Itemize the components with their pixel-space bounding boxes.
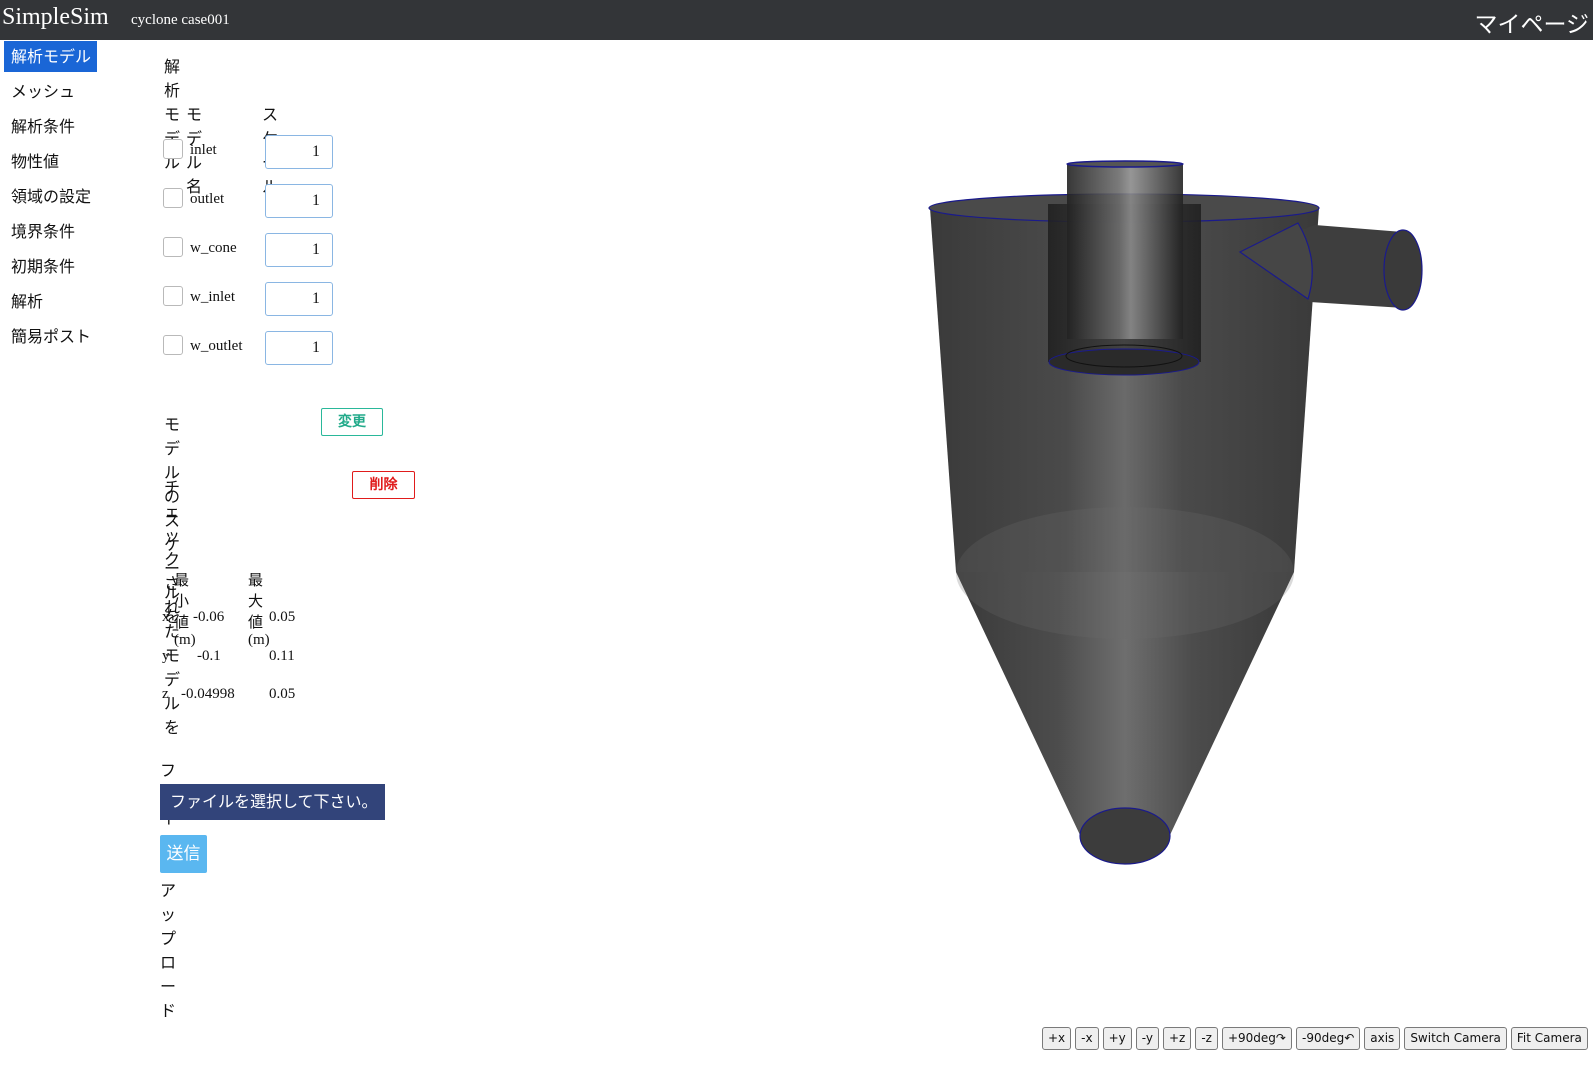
sidebar: 解析モデル メッシュ 解析条件 物性値 領域の設定 境界条件 初期条件 解析 簡… xyxy=(4,41,134,356)
camera-minus-x-button[interactable]: -x xyxy=(1075,1027,1099,1050)
camera-plus-x-button[interactable]: +x xyxy=(1042,1027,1072,1050)
sidebar-item-boundary-conditions[interactable]: 境界条件 xyxy=(4,216,134,247)
model-name: w_outlet xyxy=(190,338,243,354)
rotate-minus-90-button[interactable]: -90deg↶ xyxy=(1295,1027,1361,1050)
camera-plus-y-button[interactable]: +y xyxy=(1102,1027,1132,1050)
mypage-link[interactable]: マイページ xyxy=(1474,5,1589,39)
camera-toolbar: +x -x +y -y +z -z +90deg↷ -90deg↶ axis S… xyxy=(1042,1027,1592,1050)
bounds-min-value: -0.1 xyxy=(197,648,221,664)
sidebar-item-simple-post[interactable]: 簡易ポスト xyxy=(4,321,134,352)
model-checkbox[interactable] xyxy=(163,237,183,257)
camera-minus-y-button[interactable]: -y xyxy=(1135,1027,1159,1050)
bounds-header-max: 最大値(m) xyxy=(248,573,270,648)
axis-toggle-button[interactable]: axis xyxy=(1364,1027,1401,1050)
scale-input[interactable]: 1 xyxy=(265,331,333,365)
delete-button[interactable]: 削除 xyxy=(352,471,415,499)
case-title: cyclone case001 xyxy=(131,12,230,28)
cyclone-model-render xyxy=(928,160,1423,865)
scale-input[interactable]: 1 xyxy=(265,282,333,316)
send-button[interactable]: 送信 xyxy=(160,835,207,873)
sidebar-item-solve[interactable]: 解析 xyxy=(4,286,134,317)
scale-change-button[interactable]: 変更 xyxy=(321,408,383,436)
bounds-max-value: 0.11 xyxy=(269,648,295,664)
sidebar-item-initial-conditions[interactable]: 初期条件 xyxy=(4,251,134,282)
bounds-max-value: 0.05 xyxy=(269,609,296,625)
camera-minus-z-button[interactable]: -z xyxy=(1195,1027,1218,1050)
model-checkbox[interactable] xyxy=(163,335,183,355)
scale-input[interactable]: 1 xyxy=(265,233,333,267)
bounds-axis: x xyxy=(162,609,170,625)
bounds-max-value: 0.05 xyxy=(269,686,296,702)
model-name: outlet xyxy=(190,191,225,207)
brand-logo[interactable]: SimpleSim xyxy=(2,4,109,31)
model-checkbox[interactable] xyxy=(163,188,183,208)
outlet-pipe xyxy=(1067,164,1183,339)
sidebar-item-mesh[interactable]: メッシュ xyxy=(4,76,134,107)
scale-input[interactable]: 1 xyxy=(265,135,333,169)
sidebar-item-properties[interactable]: 物性値 xyxy=(4,146,134,177)
model-viewer-canvas[interactable] xyxy=(700,40,1593,1071)
bounds-axis: z xyxy=(162,686,169,702)
model-name: inlet xyxy=(190,142,217,158)
file-select-button[interactable]: ファイルを選択して下さい。 xyxy=(160,784,385,820)
model-checkbox[interactable] xyxy=(163,139,183,159)
camera-plus-z-button[interactable]: +z xyxy=(1162,1027,1192,1050)
bounds-min-value: -0.04998 xyxy=(181,686,235,702)
sidebar-item-analysis-model[interactable]: 解析モデル xyxy=(4,41,97,72)
switch-camera-button[interactable]: Switch Camera xyxy=(1404,1027,1507,1050)
bounds-min-value: -0.06 xyxy=(193,609,225,625)
top-bar: SimpleSim cyclone case001 マイページ xyxy=(0,0,1593,40)
rotate-plus-90-button[interactable]: +90deg↷ xyxy=(1221,1027,1292,1050)
sidebar-item-region-settings[interactable]: 領域の設定 xyxy=(4,181,134,212)
model-checkbox[interactable] xyxy=(163,286,183,306)
model-name: w_inlet xyxy=(190,289,235,305)
model-name: w_cone xyxy=(190,240,237,256)
sidebar-item-analysis-conditions[interactable]: 解析条件 xyxy=(4,111,134,142)
underflow-outlet xyxy=(1079,807,1171,865)
fit-camera-button[interactable]: Fit Camera xyxy=(1510,1027,1588,1050)
scale-input[interactable]: 1 xyxy=(265,184,333,218)
bounds-axis: y xyxy=(162,648,170,664)
